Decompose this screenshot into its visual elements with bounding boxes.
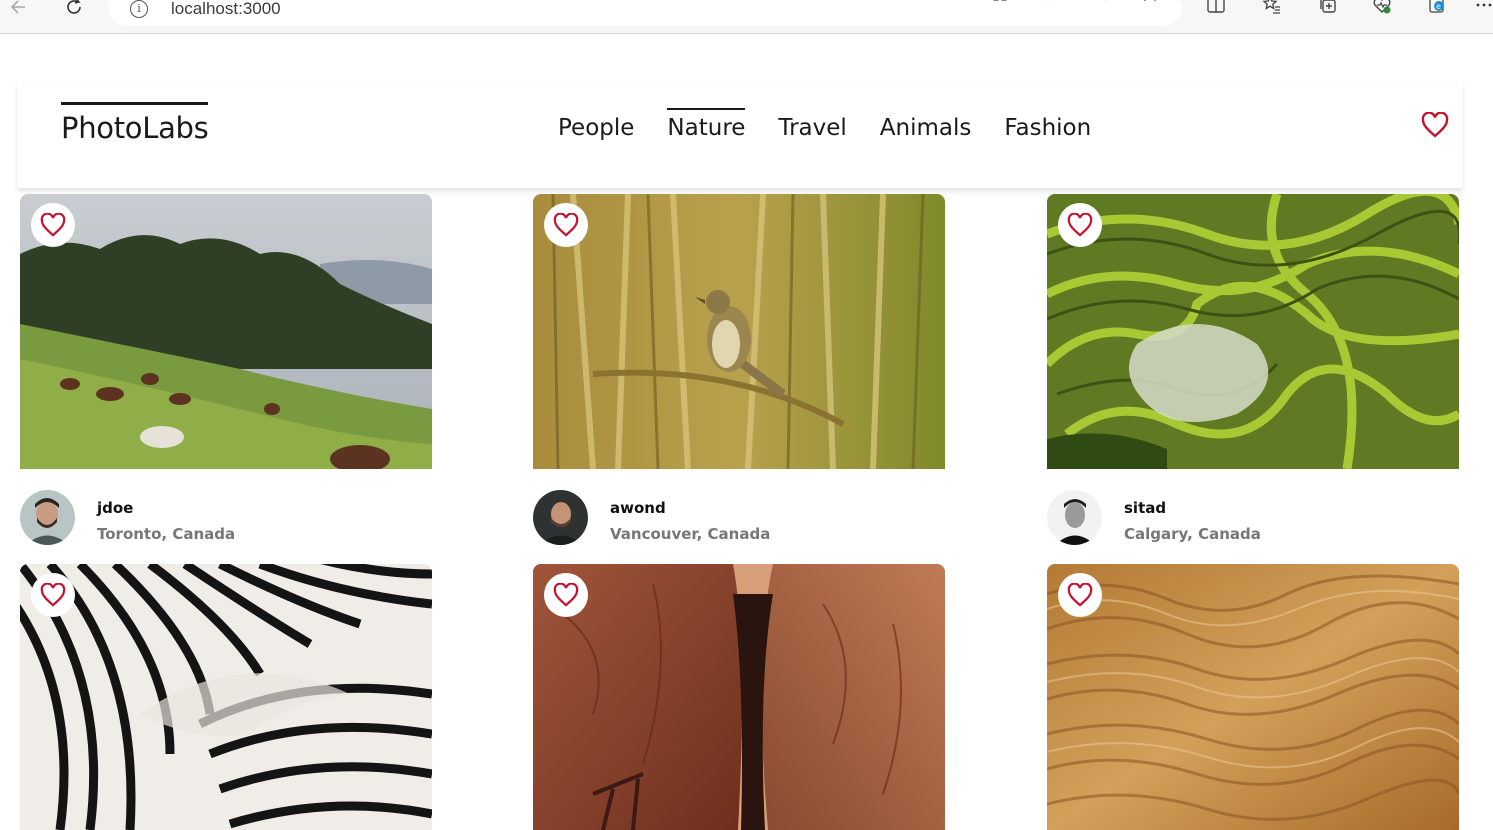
user-location: Vancouver, Canada bbox=[610, 525, 771, 543]
topic-fashion[interactable]: Fashion bbox=[1004, 108, 1091, 141]
topic-nature[interactable]: Nature bbox=[667, 108, 746, 141]
split-screen-icon[interactable] bbox=[1204, 0, 1228, 17]
avatar[interactable] bbox=[1047, 490, 1102, 545]
heart-outline-icon bbox=[40, 583, 66, 607]
topic-animals[interactable]: Animals bbox=[880, 108, 972, 141]
photo-image[interactable] bbox=[1047, 194, 1459, 469]
favorite-star-icon[interactable] bbox=[1138, 0, 1162, 5]
photo-card[interactable]: sitad Calgary, Canada bbox=[1047, 194, 1459, 545]
photo-image[interactable] bbox=[20, 194, 432, 469]
user-location: Calgary, Canada bbox=[1124, 525, 1261, 543]
like-button[interactable] bbox=[544, 203, 588, 247]
more-icon[interactable] bbox=[1474, 0, 1493, 17]
photo-image[interactable] bbox=[20, 564, 432, 830]
svg-text:e: e bbox=[1436, 2, 1441, 11]
like-button[interactable] bbox=[1058, 203, 1102, 247]
browser-toolbar: i localhost:3000 e bbox=[0, 0, 1493, 34]
collections-icon[interactable] bbox=[1316, 0, 1340, 17]
heart-outline-icon bbox=[1067, 213, 1093, 237]
like-button[interactable] bbox=[544, 573, 588, 617]
heart-outline-icon bbox=[40, 213, 66, 237]
favorites-list-icon[interactable] bbox=[1260, 0, 1284, 17]
address-url[interactable]: localhost:3000 bbox=[171, 0, 281, 19]
like-button[interactable] bbox=[31, 203, 75, 247]
favorites-heart-icon[interactable] bbox=[1421, 111, 1449, 138]
photo-image[interactable] bbox=[533, 194, 945, 469]
app-available-icon[interactable] bbox=[938, 0, 962, 5]
topic-people[interactable]: People bbox=[558, 108, 634, 141]
edge-copilot-icon[interactable]: e bbox=[1425, 0, 1449, 17]
read-aloud-icon[interactable] bbox=[1038, 0, 1062, 5]
photo-image[interactable] bbox=[1047, 564, 1459, 830]
like-button[interactable] bbox=[1058, 573, 1102, 617]
apps-grid-icon[interactable] bbox=[988, 0, 1012, 5]
photo-user-info: awond Vancouver, Canada bbox=[533, 490, 945, 546]
address-bar[interactable]: i localhost:3000 bbox=[108, 0, 1182, 26]
user-location: Toronto, Canada bbox=[97, 525, 236, 543]
topic-travel[interactable]: Travel bbox=[778, 108, 846, 141]
refresh-icon[interactable] bbox=[61, 0, 87, 20]
photo-user-info: jdoe Toronto, Canada bbox=[20, 490, 432, 546]
photo-card[interactable] bbox=[1047, 564, 1459, 830]
photo-image[interactable] bbox=[533, 564, 945, 830]
heart-outline-icon bbox=[1067, 583, 1093, 607]
avatar[interactable] bbox=[533, 490, 588, 545]
like-button[interactable] bbox=[31, 573, 75, 617]
heart-outline-icon bbox=[553, 213, 579, 237]
zoom-icon[interactable] bbox=[1088, 0, 1112, 5]
photo-card[interactable] bbox=[20, 564, 432, 830]
avatar[interactable] bbox=[20, 490, 75, 545]
heart-outline-icon bbox=[553, 583, 579, 607]
browser-essentials-icon[interactable] bbox=[1370, 0, 1394, 17]
username: sitad bbox=[1124, 499, 1167, 517]
back-arrow-icon[interactable] bbox=[6, 0, 32, 20]
username: jdoe bbox=[97, 499, 134, 517]
photo-card[interactable] bbox=[533, 564, 945, 830]
photo-user-info: sitad Calgary, Canada bbox=[1047, 490, 1459, 546]
topic-list: People Nature Travel Animals Fashion bbox=[558, 108, 1124, 141]
site-info-icon[interactable]: i bbox=[130, 0, 148, 18]
photo-card[interactable]: jdoe Toronto, Canada bbox=[20, 194, 432, 545]
top-navigation-bar: PhotoLabs People Nature Travel Animals F… bbox=[18, 82, 1462, 188]
app-logo[interactable]: PhotoLabs bbox=[61, 102, 209, 145]
photo-card[interactable]: awond Vancouver, Canada bbox=[533, 194, 945, 545]
username: awond bbox=[610, 499, 666, 517]
